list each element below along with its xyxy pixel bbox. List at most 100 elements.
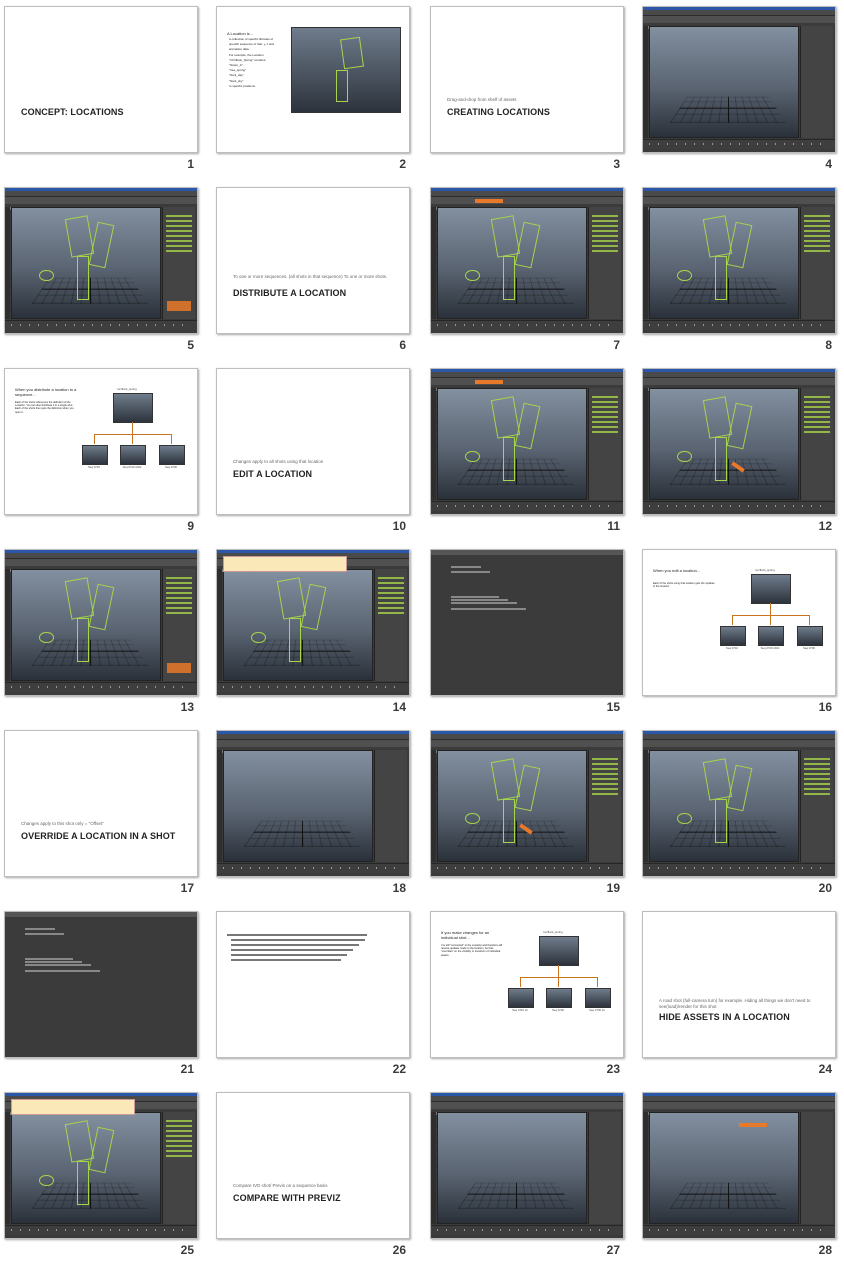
viewport[interactable]: [223, 750, 373, 862]
outliner-item[interactable]: [804, 778, 830, 780]
tool-box[interactable]: [643, 388, 648, 500]
time-slider[interactable]: [431, 320, 623, 330]
outliner-item[interactable]: [378, 577, 404, 579]
slide-thumbnail[interactable]: [430, 187, 624, 334]
shelf-toolbar[interactable]: [431, 378, 623, 385]
outliner-item[interactable]: [378, 597, 404, 599]
time-slider[interactable]: [431, 501, 623, 511]
shelf-toolbar[interactable]: [431, 197, 623, 204]
time-slider[interactable]: [217, 682, 409, 692]
outliner-item[interactable]: [592, 406, 618, 408]
outliner-panel[interactable]: [800, 388, 833, 500]
outliner-item[interactable]: [166, 1145, 192, 1147]
outliner-item[interactable]: [592, 763, 618, 765]
tool-box[interactable]: [431, 1112, 436, 1224]
highlighted-menu[interactable]: [167, 301, 191, 311]
time-slider[interactable]: [643, 501, 835, 511]
slide-thumbnail[interactable]: [216, 911, 410, 1058]
highlighted-menu[interactable]: [475, 199, 503, 203]
viewport[interactable]: [649, 750, 799, 862]
slide-6[interactable]: To one or more sequences. (all shots in …: [212, 183, 424, 364]
slide-5[interactable]: 5: [0, 183, 212, 364]
outliner-item[interactable]: [804, 793, 830, 795]
tool-box[interactable]: [643, 207, 648, 319]
time-slider[interactable]: [431, 1225, 623, 1235]
tool-box[interactable]: [5, 207, 10, 319]
slide-thumbnail[interactable]: [430, 730, 624, 877]
outliner-item[interactable]: [592, 431, 618, 433]
shelf-toolbar[interactable]: [643, 740, 835, 747]
time-slider[interactable]: [431, 863, 623, 873]
outliner-panel[interactable]: [588, 207, 621, 319]
tool-box[interactable]: [643, 26, 648, 138]
outliner-item[interactable]: [166, 230, 192, 232]
time-slider[interactable]: [5, 682, 197, 692]
shelf-toolbar[interactable]: [5, 197, 197, 204]
viewport[interactable]: [649, 1112, 799, 1224]
slide-thumbnail[interactable]: [642, 187, 836, 334]
outliner-item[interactable]: [166, 587, 192, 589]
slide-thumbnail[interactable]: A Location is... A collection of specific…: [216, 6, 410, 153]
slide-28[interactable]: 28: [638, 1088, 844, 1269]
outliner-panel[interactable]: [800, 207, 833, 319]
viewport[interactable]: [649, 388, 799, 500]
outliner-panel[interactable]: [800, 750, 833, 862]
tool-box[interactable]: [643, 1112, 648, 1224]
outliner-item[interactable]: [166, 577, 192, 579]
viewport[interactable]: [11, 207, 161, 319]
slide-thumbnail[interactable]: When you distribute a location to a sequ…: [4, 368, 198, 515]
outliner-item[interactable]: [592, 778, 618, 780]
slide-11[interactable]: 11: [426, 364, 638, 545]
outliner-item[interactable]: [804, 768, 830, 770]
highlighted-menu[interactable]: [475, 380, 503, 384]
time-slider[interactable]: [643, 863, 835, 873]
outliner-item[interactable]: [804, 396, 830, 398]
outliner-item[interactable]: [592, 235, 618, 237]
outliner-item[interactable]: [804, 406, 830, 408]
time-slider[interactable]: [643, 1225, 835, 1235]
outliner-panel[interactable]: [374, 569, 407, 681]
outliner-item[interactable]: [166, 215, 192, 217]
outliner-panel[interactable]: [800, 1112, 833, 1224]
outliner-item[interactable]: [166, 1120, 192, 1122]
time-slider[interactable]: [5, 320, 197, 330]
tool-box[interactable]: [5, 1112, 10, 1224]
viewport[interactable]: [437, 388, 587, 500]
slide-12[interactable]: 12: [638, 364, 844, 545]
viewport[interactable]: [223, 569, 373, 681]
outliner-item[interactable]: [804, 426, 830, 428]
outliner-item[interactable]: [166, 602, 192, 604]
outliner-item[interactable]: [592, 783, 618, 785]
outliner-item[interactable]: [166, 225, 192, 227]
outliner-item[interactable]: [592, 215, 618, 217]
slide-3[interactable]: Drag-and-drop from shelf of assets CREATI…: [426, 2, 638, 183]
outliner-item[interactable]: [804, 421, 830, 423]
time-slider[interactable]: [5, 1225, 197, 1235]
outliner-item[interactable]: [804, 220, 830, 222]
outliner-item[interactable]: [166, 240, 192, 242]
highlighted-menu[interactable]: [167, 663, 191, 673]
slide-18[interactable]: 18: [212, 726, 424, 907]
viewport[interactable]: [649, 26, 799, 138]
slide-thumbnail[interactable]: To one or more sequences. (all shots in …: [216, 187, 410, 334]
slide-thumbnail[interactable]: Drag-and-drop from shelf of assets CREATI…: [430, 6, 624, 153]
outliner-item[interactable]: [592, 411, 618, 413]
outliner-item[interactable]: [592, 250, 618, 252]
outliner-item[interactable]: [592, 768, 618, 770]
outliner-item[interactable]: [166, 1155, 192, 1157]
slide-thumbnail[interactable]: [4, 911, 198, 1058]
slide-thumbnail[interactable]: [642, 368, 836, 515]
outliner-item[interactable]: [592, 793, 618, 795]
slide-thumbnail[interactable]: [4, 549, 198, 696]
outliner-item[interactable]: [804, 416, 830, 418]
shelf-toolbar[interactable]: [217, 740, 409, 747]
outliner-item[interactable]: [592, 758, 618, 760]
outliner-item[interactable]: [804, 773, 830, 775]
tool-box[interactable]: [217, 750, 222, 862]
outliner-item[interactable]: [804, 235, 830, 237]
outliner-item[interactable]: [804, 250, 830, 252]
tool-box[interactable]: [217, 569, 222, 681]
slide-thumbnail[interactable]: [642, 6, 836, 153]
outliner-item[interactable]: [804, 401, 830, 403]
slide-1[interactable]: CONCEPT: LOCATIONS 1: [0, 2, 212, 183]
